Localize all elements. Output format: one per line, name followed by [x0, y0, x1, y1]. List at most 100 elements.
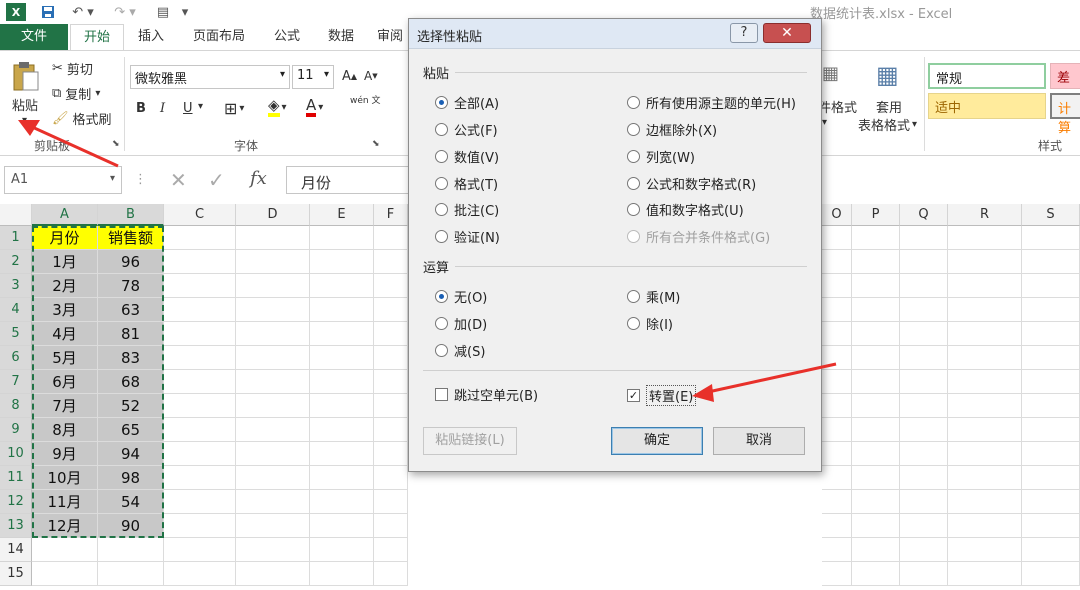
grid-cell[interactable]: [236, 370, 310, 394]
fill-color-icon[interactable]: ◈ ▾: [268, 97, 287, 117]
paste-icon[interactable]: [10, 59, 44, 93]
grid-cell[interactable]: [164, 562, 236, 586]
cell-month[interactable]: 7月: [32, 394, 98, 418]
grid-cell[interactable]: [852, 538, 900, 562]
grid-cell[interactable]: [310, 226, 374, 250]
column-header-e[interactable]: E: [310, 204, 374, 226]
italic-button[interactable]: I: [160, 101, 165, 116]
cell-month[interactable]: 12月: [32, 514, 98, 538]
grid-cell[interactable]: [900, 514, 948, 538]
column-header-b[interactable]: B: [98, 204, 164, 226]
cell-sales[interactable]: 90: [98, 514, 164, 538]
cancel-entry-icon[interactable]: ✕: [170, 168, 187, 192]
grid-cell[interactable]: [310, 538, 374, 562]
grid-cell[interactable]: [236, 274, 310, 298]
grid-cell[interactable]: [236, 466, 310, 490]
cell-month[interactable]: 9月: [32, 442, 98, 466]
radio-paste-source-theme[interactable]: 所有使用源主题的单元(H): [627, 93, 796, 112]
cell-sales[interactable]: 96: [98, 250, 164, 274]
grid-cell[interactable]: [822, 490, 852, 514]
cell-sales[interactable]: 83: [98, 346, 164, 370]
row-header[interactable]: 3: [0, 274, 32, 298]
radio-op-divide[interactable]: 除(I): [627, 314, 673, 333]
grid-cell[interactable]: [310, 346, 374, 370]
radio-paste-formulas[interactable]: 公式(F): [435, 120, 498, 139]
grid-cell[interactable]: [900, 370, 948, 394]
grid-cell[interactable]: [948, 298, 1022, 322]
font-launcher-icon[interactable]: ⬊: [372, 139, 380, 149]
grid-cell[interactable]: [164, 490, 236, 514]
grid-cell[interactable]: [236, 298, 310, 322]
tab-file[interactable]: 文件: [0, 24, 68, 50]
paste-button[interactable]: 粘贴: [12, 95, 38, 114]
grid-cell[interactable]: [900, 226, 948, 250]
borders-icon[interactable]: ⊞ ▾: [224, 99, 244, 118]
grid-cell[interactable]: [374, 322, 408, 346]
grid-cell[interactable]: [948, 562, 1022, 586]
row-header[interactable]: 15: [0, 562, 32, 586]
column-header-f[interactable]: F: [374, 204, 408, 226]
grid-cell[interactable]: [900, 442, 948, 466]
grid-cell[interactable]: [948, 538, 1022, 562]
grid-cell[interactable]: [1022, 514, 1080, 538]
grid-cell[interactable]: [822, 442, 852, 466]
grid-cell[interactable]: [236, 250, 310, 274]
grid-cell[interactable]: [822, 538, 852, 562]
table-format-label[interactable]: 套用: [876, 97, 902, 116]
grid-cell[interactable]: [948, 466, 1022, 490]
grid-cell[interactable]: [236, 442, 310, 466]
underline-dropdown-icon[interactable]: ▾: [198, 101, 203, 112]
grid-cell[interactable]: [374, 490, 408, 514]
grid-cell[interactable]: [98, 538, 164, 562]
cell-month[interactable]: 11月: [32, 490, 98, 514]
form-icon[interactable]: ▤: [152, 2, 174, 22]
row-header[interactable]: 11: [0, 466, 32, 490]
grid-cell[interactable]: [1022, 274, 1080, 298]
row-header[interactable]: 2: [0, 250, 32, 274]
format-painter-button[interactable]: 🖌 格式刷: [52, 109, 112, 128]
tab-home[interactable]: 开始: [70, 24, 124, 50]
cell-month[interactable]: 8月: [32, 418, 98, 442]
grid-cell[interactable]: [948, 490, 1022, 514]
grid-cell[interactable]: [310, 322, 374, 346]
grid-cell[interactable]: [98, 562, 164, 586]
grid-cell[interactable]: [310, 514, 374, 538]
radio-paste-comments[interactable]: 批注(C): [435, 200, 499, 219]
grid-cell[interactable]: [236, 346, 310, 370]
grid-cell[interactable]: [948, 418, 1022, 442]
row-header[interactable]: 8: [0, 394, 32, 418]
row-header[interactable]: 1: [0, 226, 32, 250]
clipboard-launcher-icon[interactable]: ⬊: [112, 139, 120, 149]
grid-cell[interactable]: [822, 370, 852, 394]
cell-month[interactable]: 4月: [32, 322, 98, 346]
cell-sales[interactable]: 54: [98, 490, 164, 514]
grid-cell[interactable]: [374, 418, 408, 442]
ok-button[interactable]: 确定: [611, 427, 703, 455]
cell-sales[interactable]: 78: [98, 274, 164, 298]
grid-cell[interactable]: [310, 274, 374, 298]
grid-cell[interactable]: [164, 298, 236, 322]
radio-paste-column-widths[interactable]: 列宽(W): [627, 147, 695, 166]
row-header[interactable]: 7: [0, 370, 32, 394]
cell-sales[interactable]: 销售额: [98, 226, 164, 250]
grid-cell[interactable]: [310, 418, 374, 442]
grid-cell[interactable]: [236, 394, 310, 418]
row-header[interactable]: 12: [0, 490, 32, 514]
grid-cell[interactable]: [900, 346, 948, 370]
radio-paste-formats[interactable]: 格式(T): [435, 174, 498, 193]
grid-cell[interactable]: [852, 466, 900, 490]
grid-cell[interactable]: [900, 490, 948, 514]
cancel-button[interactable]: 取消: [713, 427, 805, 455]
grid-cell[interactable]: [164, 226, 236, 250]
grid-cell[interactable]: [1022, 490, 1080, 514]
grid-cell[interactable]: [310, 466, 374, 490]
grid-cell[interactable]: [948, 370, 1022, 394]
grid-cell[interactable]: [164, 514, 236, 538]
grid-cell[interactable]: [310, 394, 374, 418]
cell-month[interactable]: 6月: [32, 370, 98, 394]
grid-cell[interactable]: [822, 418, 852, 442]
grid-cell[interactable]: [852, 322, 900, 346]
shrink-font-icon[interactable]: A ▼: [364, 69, 378, 83]
radio-op-add[interactable]: 加(D): [435, 314, 487, 333]
grid-cell[interactable]: [852, 490, 900, 514]
